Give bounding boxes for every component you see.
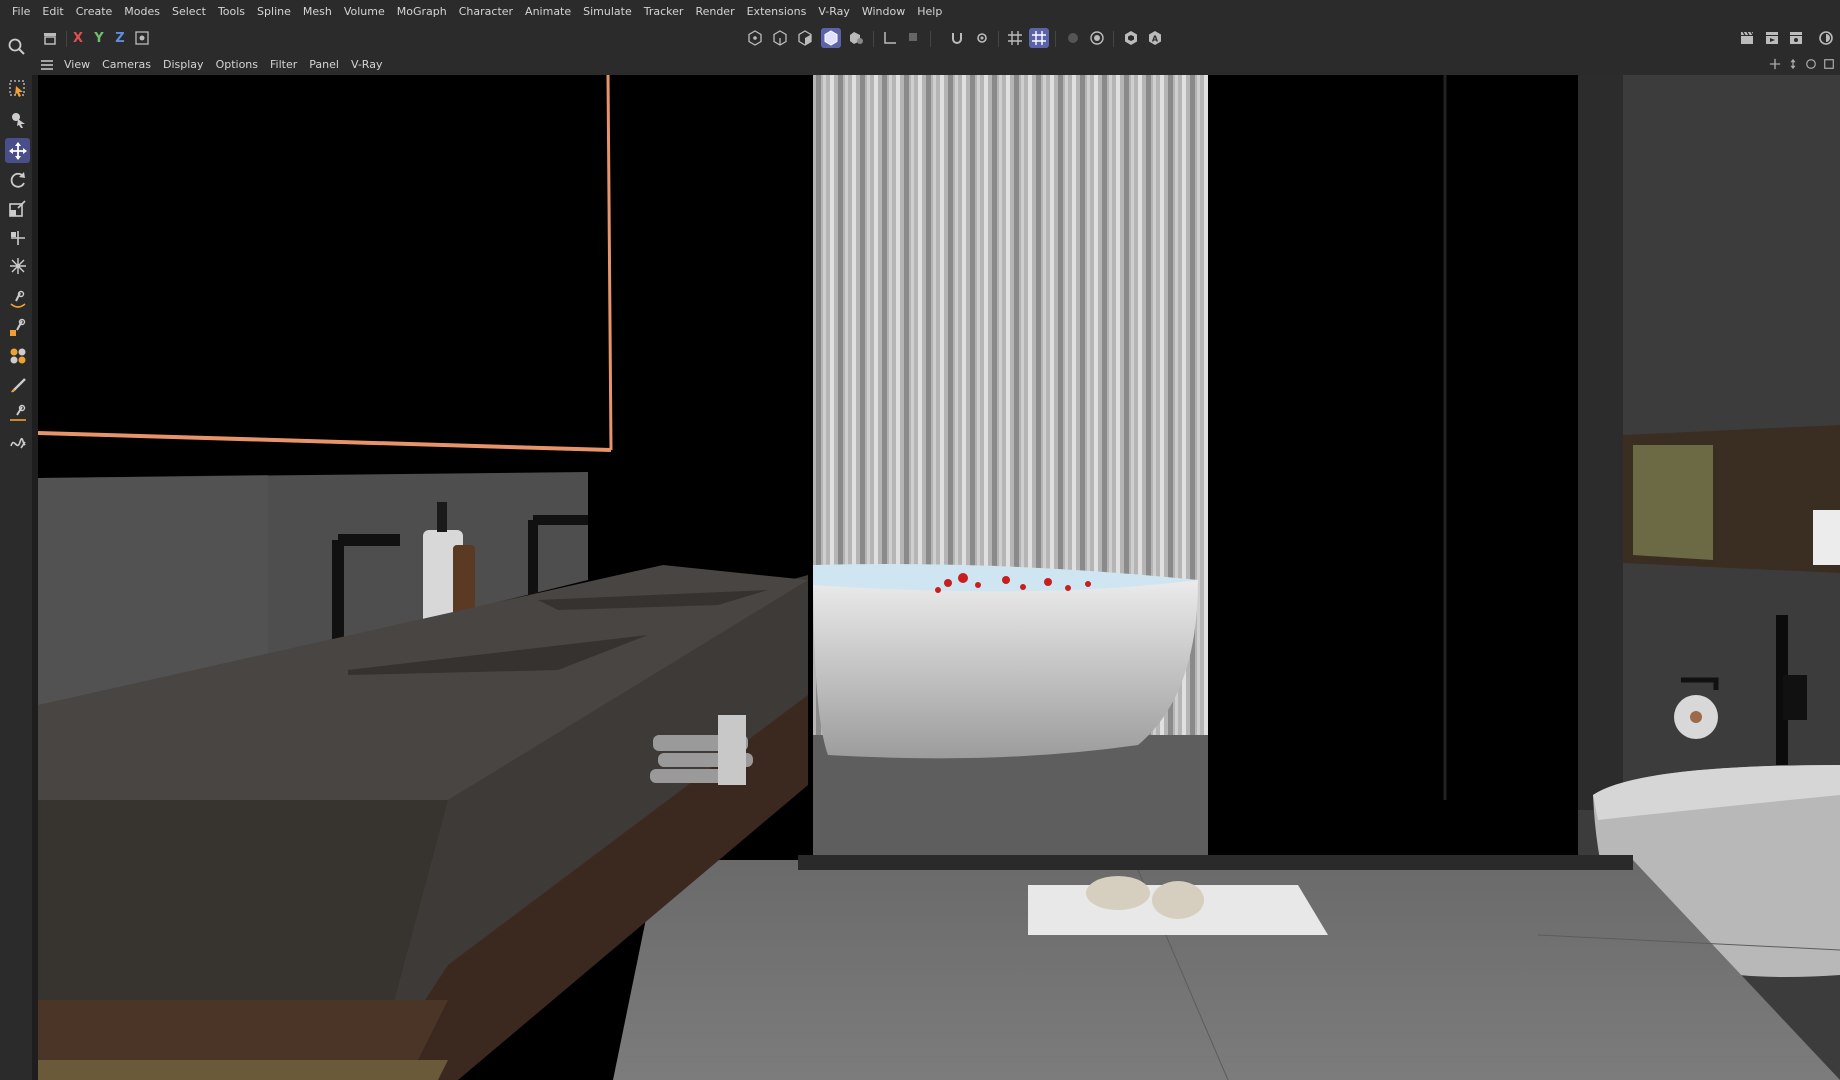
- sculpt-tool-icon[interactable]: [5, 401, 30, 426]
- viewport-menu-filter[interactable]: Filter: [264, 58, 303, 71]
- menu-bar: File Edit Create Modes Select Tools Spline Mesh…: [0, 0, 1840, 23]
- live-select-icon[interactable]: [5, 106, 30, 131]
- pencil-tool-icon[interactable]: [5, 315, 30, 340]
- axis-mode-icon[interactable]: [880, 28, 900, 48]
- edges-mode-icon[interactable]: [770, 28, 790, 48]
- vray-icon[interactable]: [1121, 28, 1141, 48]
- menu-tracker[interactable]: Tracker: [638, 5, 690, 18]
- viewport-menu-panel[interactable]: Panel: [303, 58, 345, 71]
- snap-icon[interactable]: [947, 28, 967, 48]
- coordinate-system-icon[interactable]: [132, 28, 152, 48]
- model-mode-icon[interactable]: [821, 28, 841, 48]
- move-tool-icon[interactable]: [5, 138, 30, 163]
- bend-tool-icon[interactable]: [5, 287, 30, 312]
- viewport-menu-view[interactable]: View: [58, 58, 96, 71]
- transfer-tool-icon[interactable]: [5, 225, 30, 250]
- vray-auto-icon[interactable]: A: [1145, 28, 1165, 48]
- solo-icon[interactable]: [903, 28, 923, 48]
- bathtub: [813, 565, 1198, 759]
- snap-settings-icon[interactable]: [972, 28, 992, 48]
- menu-spline[interactable]: Spline: [251, 5, 297, 18]
- viewport-header: View Cameras Display Options Filter Panel V-Ra…: [32, 54, 1840, 75]
- clapper-icon[interactable]: [1737, 28, 1757, 48]
- menu-extensions[interactable]: Extensions: [741, 5, 813, 18]
- move-view-icon[interactable]: [1786, 57, 1800, 71]
- layout-switch-icon[interactable]: [1816, 28, 1836, 48]
- polygons-mode-icon[interactable]: [795, 28, 815, 48]
- y-axis-toggle[interactable]: Y: [89, 28, 109, 48]
- menu-tools[interactable]: Tools: [212, 5, 251, 18]
- viewport-menu-v-ray[interactable]: V-Ray: [345, 58, 389, 71]
- grid-icon[interactable]: [1005, 28, 1025, 48]
- points-mode-icon[interactable]: [745, 28, 765, 48]
- x-axis-label: X: [72, 30, 84, 46]
- scale-tool-icon[interactable]: [5, 195, 30, 220]
- maximize-view-icon[interactable]: [1822, 57, 1836, 71]
- viewport-menu-icon[interactable]: [36, 54, 58, 75]
- menu-select[interactable]: Select: [166, 5, 212, 18]
- svg-text:A: A: [1152, 35, 1159, 44]
- menu-animate[interactable]: Animate: [519, 5, 577, 18]
- menu-render[interactable]: Render: [689, 5, 740, 18]
- undo-history-icon[interactable]: [40, 28, 60, 48]
- cloner-tool-icon[interactable]: [5, 343, 30, 368]
- rotate-tool-icon[interactable]: [5, 167, 30, 192]
- render-view-icon[interactable]: [1762, 28, 1782, 48]
- dark-partition: [1208, 75, 1578, 800]
- 3d-viewport[interactable]: [38, 75, 1840, 1080]
- spline-pen-icon[interactable]: [5, 429, 30, 454]
- z-axis-toggle[interactable]: Z: [110, 28, 130, 48]
- menu-modes[interactable]: Modes: [118, 5, 166, 18]
- pan-view-icon[interactable]: [1768, 57, 1782, 71]
- menu-v-ray[interactable]: V-Ray: [812, 5, 856, 18]
- menu-file[interactable]: File: [6, 5, 36, 18]
- texture-mode-icon[interactable]: [846, 28, 866, 48]
- mirror: [38, 75, 608, 450]
- viewport-menu-options[interactable]: Options: [210, 58, 264, 71]
- viewport-menu-display[interactable]: Display: [157, 58, 210, 71]
- menu-mograph[interactable]: MoGraph: [391, 5, 453, 18]
- tool-palette: [0, 38, 32, 1080]
- menu-help[interactable]: Help: [911, 5, 948, 18]
- menu-create[interactable]: Create: [70, 5, 119, 18]
- transform-tool-icon[interactable]: [5, 253, 30, 278]
- menu-character[interactable]: Character: [453, 5, 519, 18]
- z-axis-label: Z: [115, 30, 125, 46]
- menu-mesh[interactable]: Mesh: [297, 5, 338, 18]
- workplane-icon[interactable]: [1029, 28, 1049, 48]
- selection-tool-icon[interactable]: [5, 76, 30, 101]
- render-region-icon[interactable]: [1063, 28, 1083, 48]
- rotate-view-icon[interactable]: [1804, 57, 1818, 71]
- search-icon[interactable]: [4, 34, 29, 59]
- menu-volume[interactable]: Volume: [338, 5, 391, 18]
- render-settings-icon[interactable]: [1786, 28, 1806, 48]
- brush-tool-icon[interactable]: [5, 373, 30, 398]
- x-axis-toggle[interactable]: X: [68, 28, 88, 48]
- render-active-icon[interactable]: [1087, 28, 1107, 48]
- y-axis-label: Y: [94, 30, 104, 46]
- menu-simulate[interactable]: Simulate: [577, 5, 638, 18]
- slipper: [1086, 876, 1150, 910]
- slipper: [1152, 881, 1204, 919]
- menu-edit[interactable]: Edit: [36, 5, 69, 18]
- scene-render: [38, 75, 1840, 1080]
- menu-window[interactable]: Window: [856, 5, 911, 18]
- main-toolbar: X Y Z A: [0, 23, 1840, 54]
- viewport-menu-cameras[interactable]: Cameras: [96, 58, 157, 71]
